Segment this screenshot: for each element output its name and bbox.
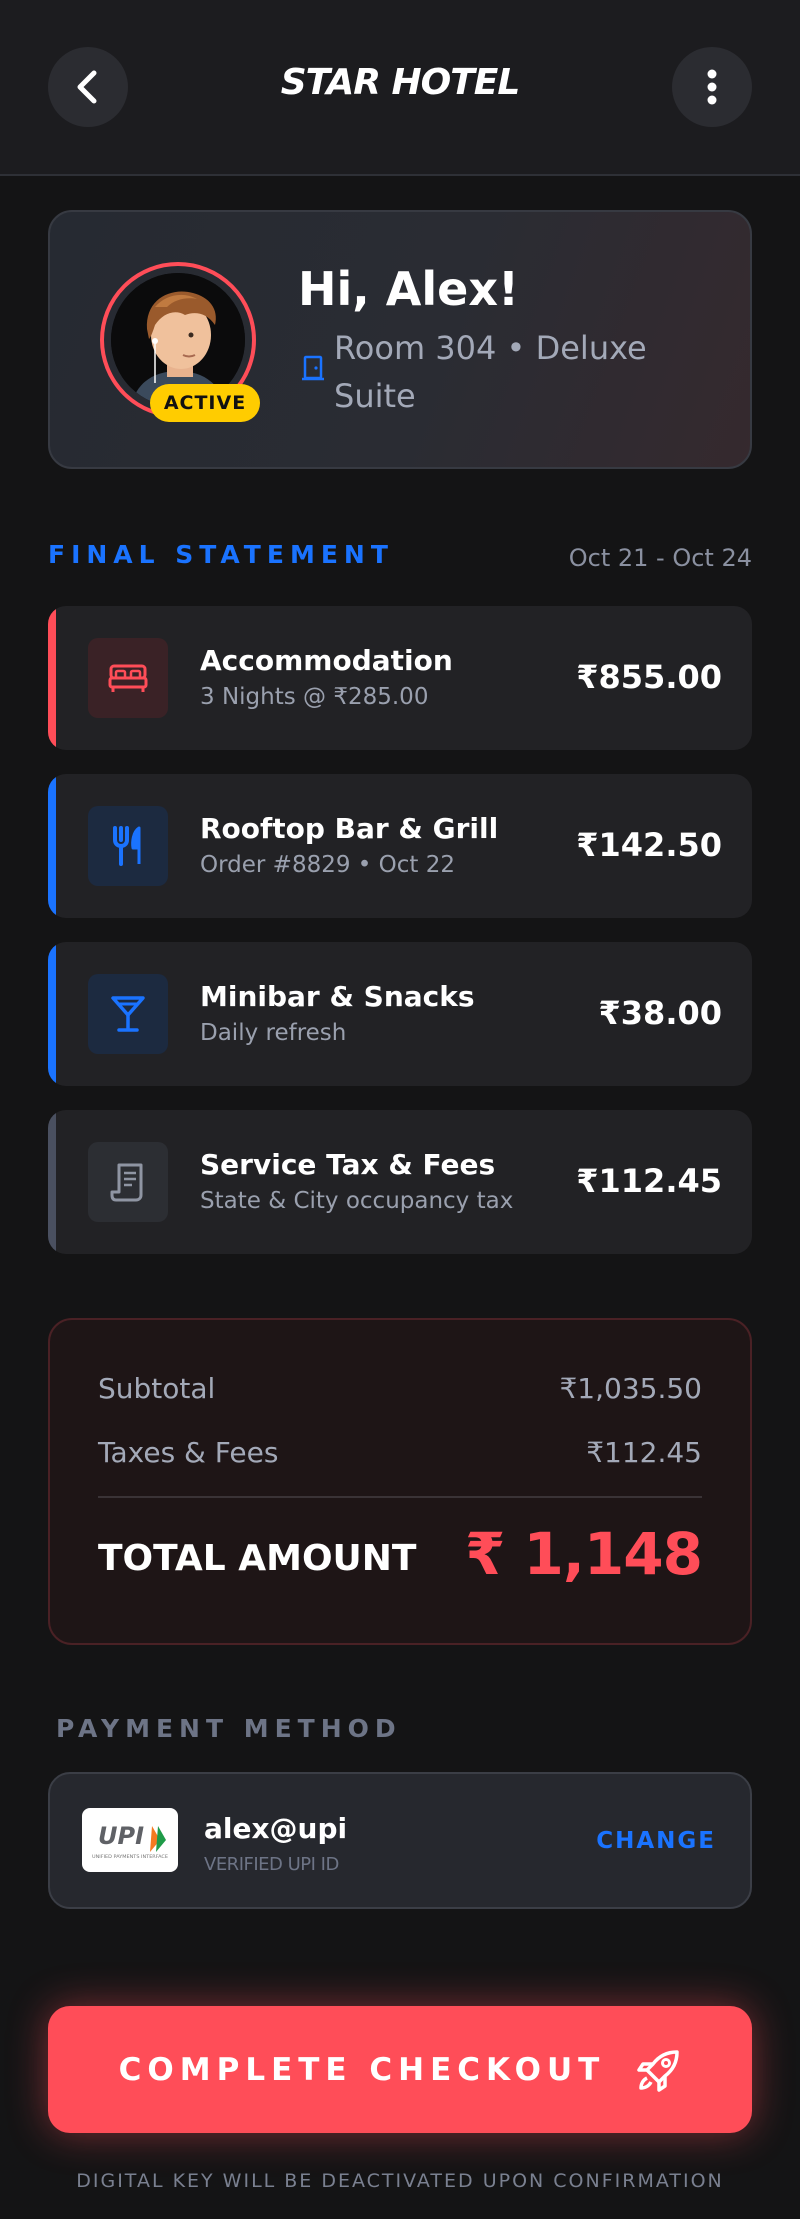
item-accent-stripe [48,606,56,750]
item-icon-box [88,638,168,718]
upi-logo: UPI UNIFIED PAYMENTS INTERFACE [82,1808,178,1872]
payment-heading: PAYMENT METHOD [56,1714,402,1743]
statement-heading: FINAL STATEMENT [48,540,394,569]
item-amount: ₹855.00 [576,658,722,696]
cocktail-icon [111,996,145,1032]
item-detail: State & City occupancy tax [200,1188,514,1214]
statement-item-rooftop-bar[interactable]: Rooftop Bar & Grill Order #8829 • Oct 22… [48,774,752,918]
item-amount: ₹38.00 [598,994,722,1032]
item-name: Accommodation [200,644,453,677]
taxes-value: ₹112.45 [586,1436,702,1469]
status-badge: ACTIVE [150,384,260,422]
statement-item-minibar[interactable]: Minibar & Snacks Daily refresh ₹38.00 [48,942,752,1086]
item-accent-stripe [48,942,56,1086]
statement-item-accommodation[interactable]: Accommodation 3 Nights @ ₹285.00 ₹855.00 [48,606,752,750]
subtotal-label: Subtotal [98,1372,216,1405]
rocket-icon [637,2049,680,2092]
subtotal-value: ₹1,035.50 [559,1372,702,1405]
totals-divider [98,1496,702,1498]
totals-card: Subtotal ₹1,035.50 Taxes & Fees ₹112.45 … [48,1318,752,1645]
guest-card: ACTIVE Hi, Alex! Room 304 • Deluxe Suite [48,210,752,469]
item-name: Minibar & Snacks [200,980,475,1013]
bed-icon [108,664,148,692]
svg-text:UPI: UPI [98,1822,144,1850]
greeting-text: Hi, Alex! [298,262,519,316]
item-detail: Daily refresh [200,1020,347,1046]
change-payment-button[interactable]: CHANGE [596,1828,716,1854]
item-amount: ₹142.50 [576,826,722,864]
room-info: Room 304 • Deluxe Suite [334,329,647,415]
item-detail: Order #8829 • Oct 22 [200,852,456,878]
statement-item-service-tax[interactable]: Service Tax & Fees State & City occupanc… [48,1110,752,1254]
item-name: Rooftop Bar & Grill [200,812,499,845]
svg-text:UNIFIED PAYMENTS INTERFACE: UNIFIED PAYMENTS INTERFACE [92,1854,169,1859]
upi-verified-label: VERIFIED UPI ID [204,1854,339,1875]
payment-method-card: UPI UNIFIED PAYMENTS INTERFACE alex@upi … [48,1772,752,1909]
item-icon-box [88,1142,168,1222]
item-icon-box [88,806,168,886]
door-icon [302,355,324,381]
item-detail: 3 Nights @ ₹285.00 [200,684,429,710]
more-options-button[interactable] [672,47,752,127]
checkout-footnote: DIGITAL KEY WILL BE DEACTIVATED UPON CON… [76,2170,724,2192]
stay-date-range: Oct 21 - Oct 24 [568,544,752,572]
item-amount: ₹112.45 [576,1162,722,1200]
taxes-label: Taxes & Fees [98,1436,279,1469]
more-vertical-icon [707,69,717,105]
item-name: Service Tax & Fees [200,1148,496,1181]
total-amount-label: TOTAL AMOUNT [98,1538,417,1579]
item-accent-stripe [48,1110,56,1254]
total-amount-value: ₹ 1,148 [464,1520,703,1588]
item-icon-box [88,974,168,1054]
app-header: STAR HOTEL [0,0,800,176]
checkout-button-label: COMPLETE CHECKOUT [118,2051,606,2088]
utensils-icon [113,826,141,866]
receipt-icon [110,1163,143,1202]
upi-id: alex@upi [204,1812,348,1845]
complete-checkout-button[interactable]: COMPLETE CHECKOUT [48,2006,752,2133]
item-accent-stripe [48,774,56,918]
